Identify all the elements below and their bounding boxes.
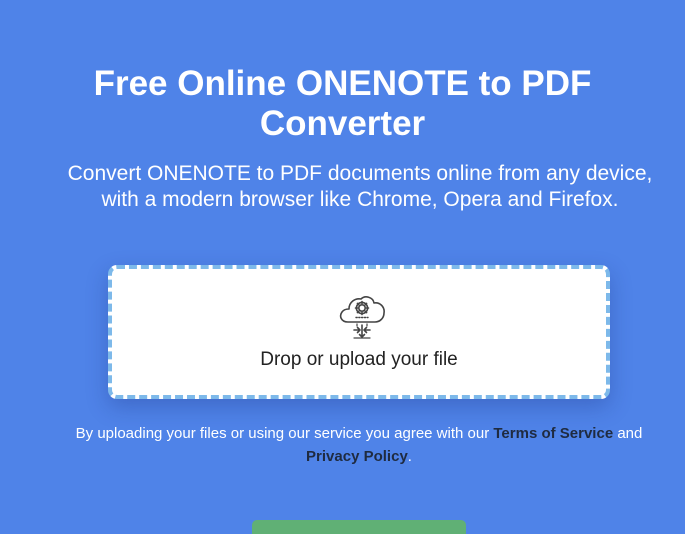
terms-of-service-link[interactable]: Terms of Service — [493, 425, 613, 442]
page-subtitle: Convert ONENOTE to PDF documents online … — [67, 162, 653, 211]
dropzone-label: Drop or upload your file — [260, 349, 458, 370]
page-title: Free Online ONENOTE to PDF Converter — [0, 64, 685, 144]
page-title-line-2: Converter — [259, 104, 426, 143]
terms-conjunction: and — [617, 425, 643, 442]
terms-prefix: By uploading your files or using our ser… — [75, 425, 490, 442]
cloud-gear-upload-icon — [339, 296, 385, 339]
file-dropzone[interactable]: Drop or upload your file — [108, 265, 610, 399]
privacy-policy-link[interactable]: Privacy Policy — [306, 448, 408, 465]
convert-button[interactable] — [252, 520, 466, 534]
terms-notice: By uploading your files or using our ser… — [40, 422, 678, 468]
terms-suffix: . — [407, 448, 412, 465]
page-title-line-1: Free Online ONENOTE to PDF — [93, 64, 592, 103]
